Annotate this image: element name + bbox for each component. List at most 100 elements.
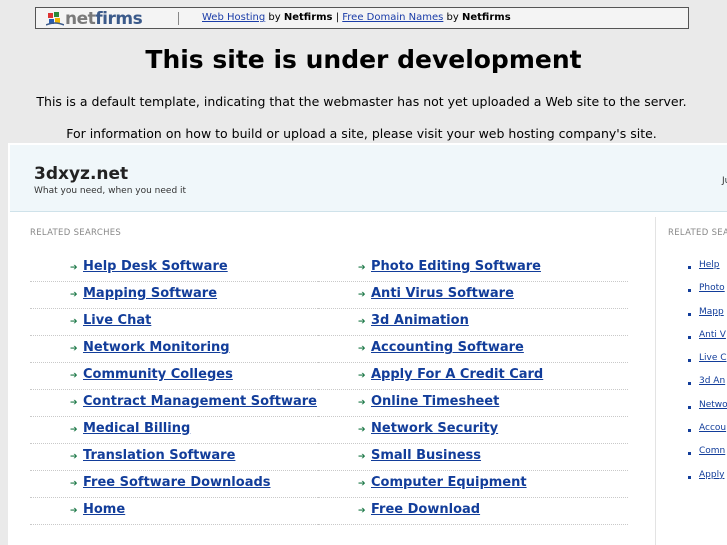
site-name[interactable]: 3dxyz.net xyxy=(34,163,128,185)
netfirms-logo[interactable]: netfirms xyxy=(45,9,143,29)
related-search-item[interactable]: ➔ Community Colleges xyxy=(30,363,318,390)
related-search-item[interactable]: ➔ Apply For A Credit Card xyxy=(318,363,628,390)
bullet-icon xyxy=(688,405,691,409)
related-search-link[interactable]: Accounting Software xyxy=(371,339,524,356)
sidebar-related-link[interactable]: Comn xyxy=(699,446,725,456)
arrow-right-icon: ➔ xyxy=(70,263,78,273)
arrow-right-icon: ➔ xyxy=(358,479,366,489)
bullet-icon xyxy=(688,359,691,363)
arrow-right-icon: ➔ xyxy=(358,371,366,381)
related-search-link[interactable]: Photo Editing Software xyxy=(371,258,541,275)
related-search-link[interactable]: Online Timesheet xyxy=(371,393,499,410)
arrow-right-icon: ➔ xyxy=(70,425,78,435)
dotted-divider xyxy=(30,524,318,525)
related-searches-panel: RELATED SEARCHES ➔ Help Desk Software ➔ Map… xyxy=(10,217,656,545)
arrow-right-icon: ➔ xyxy=(70,479,78,489)
related-search-item[interactable]: ➔ Free Software Downloads xyxy=(30,471,318,498)
related-search-link[interactable]: Network Security xyxy=(371,420,498,437)
banner-by-text: by xyxy=(446,12,459,23)
related-search-link[interactable]: Apply For A Credit Card xyxy=(371,366,543,383)
sidebar-related-link[interactable]: Netwo xyxy=(699,400,727,410)
arrow-right-icon: ➔ xyxy=(70,398,78,408)
hosting-info-notice: For information on how to build or uploa… xyxy=(66,126,657,141)
arrow-right-icon: ➔ xyxy=(358,317,366,327)
related-search-item[interactable]: ➔ Contract Management Software xyxy=(30,390,318,417)
related-search-item[interactable]: ➔ Free Download xyxy=(318,498,628,525)
arrow-right-icon: ➔ xyxy=(358,344,366,354)
header-right-text: Ju xyxy=(722,176,727,186)
related-search-item[interactable]: ➔ Photo Editing Software xyxy=(318,255,628,282)
related-search-item[interactable]: ➔ Home xyxy=(30,498,318,525)
related-searches-title: RELATED SEARCHES xyxy=(30,228,122,238)
banner-divider: | xyxy=(335,12,340,23)
related-search-link[interactable]: Live Chat xyxy=(83,312,151,329)
bullet-icon xyxy=(688,429,691,433)
page-headline: This site is under development xyxy=(145,45,582,74)
related-search-link[interactable]: 3d Animation xyxy=(371,312,469,329)
bullet-icon xyxy=(688,335,691,339)
banner-brand-text: Netfirms xyxy=(283,12,333,23)
related-search-link[interactable]: Mapping Software xyxy=(83,285,217,302)
related-search-item[interactable]: ➔ Translation Software xyxy=(30,444,318,471)
parked-header: 3dxyz.net What you need, when you need i… xyxy=(10,145,727,212)
sidebar-related-link[interactable]: Live C xyxy=(699,353,727,363)
related-search-item[interactable]: ➔ Mapping Software xyxy=(30,282,318,309)
related-search-item[interactable]: ➔ 3d Animation xyxy=(318,309,628,336)
arrow-right-icon: ➔ xyxy=(358,452,366,462)
related-search-link[interactable]: Small Business xyxy=(371,447,481,464)
parked-page-frame: 3dxyz.net What you need, when you need i… xyxy=(8,143,727,545)
sidebar-related-link[interactable]: Apply xyxy=(699,470,724,480)
sidebar-related-link[interactable]: Help xyxy=(699,260,720,270)
related-search-item[interactable]: ➔ Small Business xyxy=(318,444,628,471)
bullet-icon xyxy=(688,312,691,316)
related-search-item[interactable]: ➔ Live Chat xyxy=(30,309,318,336)
related-search-item[interactable]: ➔ Anti Virus Software xyxy=(318,282,628,309)
related-search-link[interactable]: Free Software Downloads xyxy=(83,474,271,491)
arrow-right-icon: ➔ xyxy=(70,317,78,327)
related-search-link[interactable]: Home xyxy=(83,501,125,518)
related-search-link[interactable]: Free Download xyxy=(371,501,480,518)
netfirms-logo-icon xyxy=(45,11,65,27)
related-search-link[interactable]: Anti Virus Software xyxy=(371,285,514,302)
banner-links: Web Hosting by Netfirms | Free Domain Na… xyxy=(202,11,511,25)
web-hosting-link[interactable]: Web Hosting xyxy=(202,12,265,23)
arrow-right-icon: ➔ xyxy=(358,290,366,300)
arrow-right-icon: ➔ xyxy=(70,371,78,381)
netfirms-logo-text: netfirms xyxy=(65,9,143,29)
related-search-link[interactable]: Medical Billing xyxy=(83,420,190,437)
arrow-right-icon: ➔ xyxy=(70,452,78,462)
related-search-link[interactable]: Translation Software xyxy=(83,447,235,464)
related-search-link[interactable]: Help Desk Software xyxy=(83,258,228,275)
free-domain-names-link[interactable]: Free Domain Names xyxy=(342,12,443,23)
related-search-link[interactable]: Computer Equipment xyxy=(371,474,527,491)
banner-separator xyxy=(178,12,179,25)
related-search-item[interactable]: ➔ Medical Billing xyxy=(30,417,318,444)
related-search-link[interactable]: Network Monitoring xyxy=(83,339,230,356)
related-search-link[interactable]: Community Colleges xyxy=(83,366,233,383)
netfirms-banner: netfirms Web Hosting by Netfirms | Free … xyxy=(35,7,689,29)
bullet-icon xyxy=(688,475,691,479)
sidebar-related-link[interactable]: Anti V xyxy=(699,330,726,340)
arrow-right-icon: ➔ xyxy=(70,290,78,300)
bullet-icon xyxy=(688,266,691,269)
related-search-link[interactable]: Contract Management Software xyxy=(83,393,317,410)
related-searches-right-column: ➔ Photo Editing Software ➔ Anti Virus Softw… xyxy=(318,255,628,525)
banner-by-text: by xyxy=(268,12,281,23)
bullet-icon xyxy=(688,289,691,293)
sidebar-related-link[interactable]: Photo xyxy=(699,283,725,293)
arrow-right-icon: ➔ xyxy=(358,398,366,408)
dotted-divider xyxy=(318,524,628,525)
arrow-right-icon: ➔ xyxy=(358,506,366,516)
sidebar-related-searches: RELATED SEA Help Photo Mapp Anti V Live C 3d … xyxy=(668,217,727,545)
related-search-item[interactable]: ➔ Online Timesheet xyxy=(318,390,628,417)
related-search-item[interactable]: ➔ Network Monitoring xyxy=(30,336,318,363)
sidebar-related-link[interactable]: 3d An xyxy=(699,376,725,386)
banner-brand-text: Netfirms xyxy=(462,12,511,23)
related-search-item[interactable]: ➔ Help Desk Software xyxy=(30,255,318,282)
related-search-item[interactable]: ➔ Accounting Software xyxy=(318,336,628,363)
sidebar-related-link[interactable]: Accou xyxy=(699,423,726,433)
related-search-item[interactable]: ➔ Computer Equipment xyxy=(318,471,628,498)
related-search-item[interactable]: ➔ Network Security xyxy=(318,417,628,444)
sidebar-related-title: RELATED SEA xyxy=(668,228,727,238)
sidebar-related-link[interactable]: Mapp xyxy=(699,307,724,317)
